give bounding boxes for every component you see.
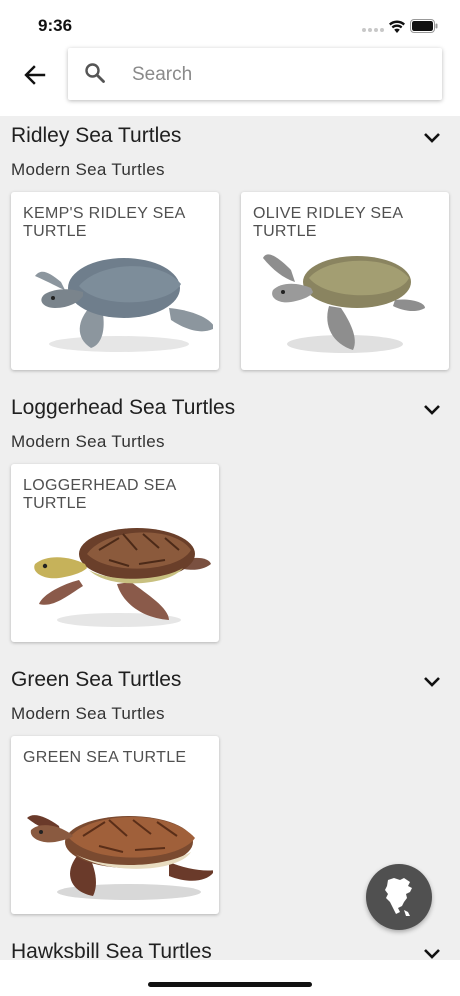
card-title: OLIVE RIDLEY SEA TURTLE bbox=[253, 205, 403, 240]
chevron-down-icon[interactable] bbox=[420, 398, 444, 422]
section-ridley: Ridley Sea Turtles Modern Sea Turtles KE… bbox=[0, 124, 460, 374]
species-card-green[interactable]: GREEN SEA TURTLE bbox=[11, 736, 219, 914]
search-input[interactable] bbox=[130, 60, 424, 90]
section-subtitle: Modern Sea Turtles bbox=[11, 432, 165, 451]
wifi-icon bbox=[389, 20, 405, 33]
back-button[interactable] bbox=[18, 58, 52, 92]
section-title: Hawksbill Sea Turtles bbox=[11, 940, 212, 960]
card-title: GREEN SEA TURTLE bbox=[23, 749, 187, 766]
section-subtitle: Modern Sea Turtles bbox=[11, 160, 165, 179]
home-indicator[interactable] bbox=[148, 982, 312, 987]
card-title: KEMP'S RIDLEY SEA TURTLE bbox=[23, 205, 185, 240]
section-subtitle: Modern Sea Turtles bbox=[11, 704, 165, 723]
section-title: Green Sea Turtles bbox=[11, 668, 182, 691]
status-bar: 9:36 bbox=[0, 0, 460, 44]
north-america-map-icon bbox=[385, 878, 412, 916]
cellular-signal-icon bbox=[362, 28, 384, 32]
olive-ridley-turtle-image bbox=[263, 254, 425, 353]
chevron-down-icon[interactable] bbox=[420, 942, 444, 960]
arrow-left-icon bbox=[24, 65, 46, 85]
status-time: 9:36 bbox=[38, 16, 73, 35]
loggerhead-turtle-image bbox=[34, 528, 211, 627]
species-card-olive-ridley[interactable]: OLIVE RIDLEY SEA TURTLE bbox=[241, 192, 449, 370]
green-sea-turtle-image bbox=[27, 815, 213, 900]
map-button[interactable] bbox=[366, 864, 432, 930]
section-title: Loggerhead Sea Turtles bbox=[11, 396, 236, 419]
section-loggerhead: Loggerhead Sea Turtles Modern Sea Turtle… bbox=[0, 396, 460, 646]
chevron-down-icon[interactable] bbox=[420, 126, 444, 150]
card-title: LOGGERHEAD SEA TURTLE bbox=[23, 477, 176, 512]
home-indicator-area bbox=[0, 960, 460, 996]
section-title: Ridley Sea Turtles bbox=[11, 124, 182, 147]
kemps-ridley-turtle-image bbox=[35, 258, 213, 352]
search-icon bbox=[85, 63, 105, 83]
chevron-down-icon[interactable] bbox=[420, 670, 444, 694]
section-hawksbill: Hawksbill Sea Turtles bbox=[0, 940, 460, 960]
header bbox=[0, 44, 460, 116]
search-box[interactable] bbox=[68, 48, 442, 100]
species-card-kemps-ridley[interactable]: KEMP'S RIDLEY SEA TURTLE bbox=[11, 192, 219, 370]
species-card-loggerhead[interactable]: LOGGERHEAD SEA TURTLE bbox=[11, 464, 219, 642]
battery-icon bbox=[410, 19, 438, 33]
